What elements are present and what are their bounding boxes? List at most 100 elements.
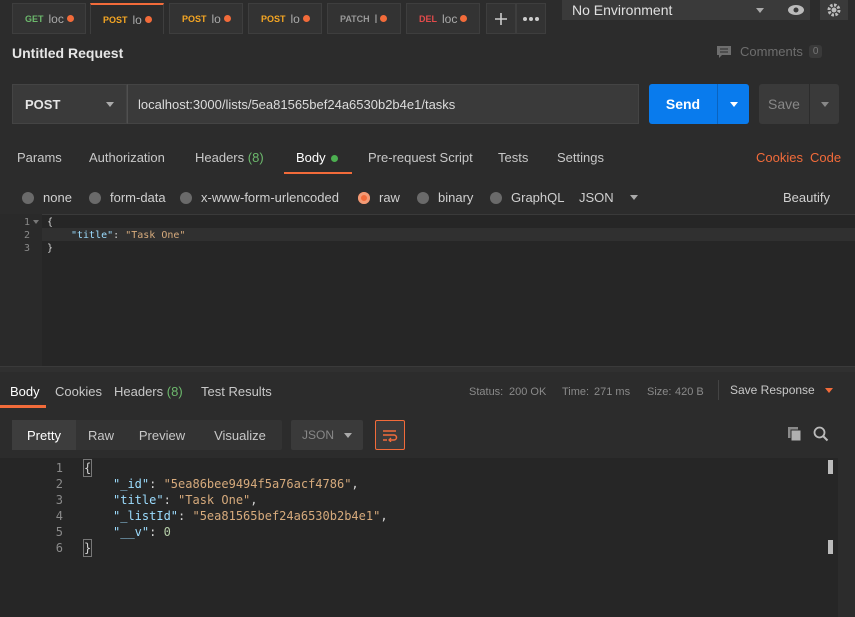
tab-tests[interactable]: Tests [498,150,528,165]
send-button[interactable]: Send [649,84,749,124]
line-number: 3 [55,493,63,507]
tab-settings[interactable]: Settings [557,150,604,165]
radio-binary[interactable]: binary [417,190,473,205]
response-format-select[interactable]: JSON [291,420,363,450]
cookies-link[interactable]: Cookies [756,150,803,165]
search-icon [813,426,829,442]
environment-quick-look-button[interactable] [782,0,810,20]
unsaved-dot-icon [144,16,152,23]
save-response-button[interactable]: Save Response [730,383,833,397]
line-number: 6 [55,541,63,555]
tab-url: loc [442,11,458,26]
radio-form-data[interactable]: form-data [89,190,166,205]
json-value: "Task One" [125,230,186,241]
search-button[interactable] [813,426,829,445]
tab-headers[interactable]: Headers (8) [195,150,264,165]
fold-arrow-icon[interactable] [33,220,39,225]
view-preview-button[interactable]: Preview [126,420,198,450]
unsaved-dot-icon [223,15,231,22]
tab-prerequest-script[interactable]: Pre-request Script [368,150,473,165]
tab-body[interactable]: Body [296,150,338,165]
wrap-lines-icon [383,429,398,442]
comments-label: Comments [740,44,803,59]
radio-label: raw [379,190,400,205]
code-brace: { [82,459,93,477]
resp-tab-cookies[interactable]: Cookies [55,384,102,399]
resp-tab-body[interactable]: Body [10,384,40,399]
request-title[interactable]: Untitled Request [12,45,123,61]
active-tab-indicator [0,405,46,408]
tab-authorization[interactable]: Authorization [89,150,165,165]
comments-button[interactable]: Comments 0 [716,44,823,59]
radio-circle [22,191,34,204]
time-value[interactable]: 271 ms [594,386,630,398]
json-key: "_id" [113,477,150,491]
url-input[interactable]: localhost:3000/lists/5ea81565bef24a6530b… [127,84,639,124]
save-label: Save [768,96,800,112]
view-pretty-button[interactable]: Pretty [12,420,76,450]
copy-icon [788,427,802,442]
chevron-down-icon [820,101,829,107]
save-response-label: Save Response [730,383,815,397]
environment-select[interactable]: No Environment [562,0,786,20]
new-tab-button[interactable] [486,3,516,34]
radio-urlencoded[interactable]: x-www-form-urlencoded [180,190,339,205]
radio-circle [417,191,429,204]
tab-options-button[interactable] [516,3,546,34]
manage-environments-button[interactable] [820,0,848,20]
body-format-select[interactable]: JSON [579,190,638,205]
request-tab[interactable]: DEL loc [406,3,480,34]
url-text: localhost:3000/lists/5ea81565bef24a6530b… [138,96,456,112]
format-label: JSON [302,428,335,442]
code-line: "_id": "5ea86bee9494f5a76acf4786", [113,477,359,491]
beautify-link[interactable]: Beautify [783,190,830,205]
pane-resize-handle[interactable] [0,366,855,372]
radio-label: GraphQL [511,190,565,205]
request-tab[interactable]: PATCH l [327,3,401,34]
scroll-marker [828,540,833,554]
headers-count: (8) [247,150,264,165]
method-select[interactable]: POST [12,84,127,124]
request-tab-active[interactable]: POST lo [90,3,164,34]
divider [718,380,719,400]
time-label: Time: [562,386,590,398]
request-tab[interactable]: POST lo [248,3,322,34]
plus-icon [495,12,507,25]
tab-url: loc [48,11,64,26]
chevron-down-icon [756,7,764,13]
radio-raw[interactable]: raw [358,190,400,205]
json-colon: : [113,230,120,241]
json-value: 0 [163,525,171,539]
save-options-button[interactable] [809,84,839,124]
radio-none[interactable]: none [22,190,72,205]
copy-button[interactable] [787,426,803,445]
resp-tab-headers[interactable]: Headers (8) [114,384,183,399]
send-options-button[interactable] [717,84,749,124]
request-tab[interactable]: GET loc [12,3,86,34]
tab-url: lo [290,11,300,26]
line-number: 1 [55,461,63,475]
tab-method: GET [25,13,44,24]
radio-label: x-www-form-urlencoded [201,190,339,205]
code-line: "title": "Task One" [71,229,185,242]
json-value: "5ea86bee9494f5a76acf4786" [163,477,352,491]
tab-params[interactable]: Params [17,150,62,165]
chevron-down-icon [824,388,833,394]
size-value[interactable]: 420 B [675,386,704,398]
chevron-down-icon [106,101,114,107]
status-value[interactable]: 200 OK [509,386,546,398]
save-button[interactable]: Save [759,84,839,124]
tab-body-label: Body [296,150,326,165]
request-tab[interactable]: POST lo [169,3,243,34]
code-link[interactable]: Code [810,150,841,165]
radio-graphql[interactable]: GraphQL [490,190,564,205]
response-scrollbar[interactable] [828,458,855,617]
view-raw-button[interactable]: Raw [76,420,126,450]
wrap-lines-button[interactable] [375,420,405,450]
code-brace: { [47,217,54,228]
scroll-marker [828,460,833,474]
view-mode-group: Pretty Raw Preview Visualize [12,420,282,450]
resp-tab-test-results[interactable]: Test Results [201,384,272,399]
json-key: "__v" [113,525,150,539]
view-visualize-button[interactable]: Visualize [198,420,282,450]
